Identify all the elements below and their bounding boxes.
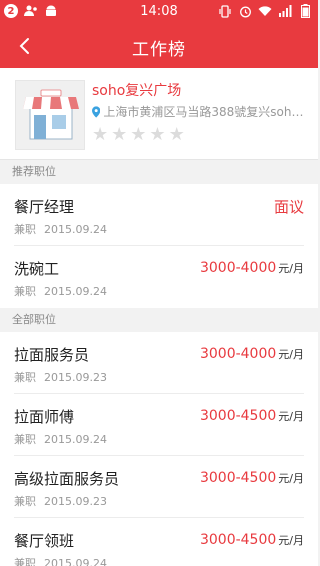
job-date: 2015.09.24	[44, 557, 107, 566]
job-salary-value: 3000-4500	[199, 470, 277, 486]
page-title: 工作榜	[132, 40, 186, 60]
job-date: 2015.09.23	[44, 495, 107, 508]
shop-logo-icon	[15, 80, 85, 150]
job-salary-value: 3000-4000	[199, 346, 277, 362]
job-title: 餐厅领班	[14, 532, 75, 550]
recommended-list: 餐厅经理 兼职 2015.09.24 面议 洗碗工 兼职 2015.09.24 30…	[0, 184, 318, 308]
star-icon: ★	[130, 124, 147, 145]
job-row[interactable]: 餐厅经理 兼职 2015.09.24 面议	[14, 184, 304, 246]
nav-bar: 工作榜	[0, 24, 318, 68]
job-type: 兼职	[14, 223, 36, 236]
job-row[interactable]: 高级拉面服务员 兼职 2015.09.23 3000-4500 元/月	[14, 456, 304, 518]
job-date: 2015.09.24	[44, 433, 107, 446]
signal-icon	[278, 4, 292, 18]
job-title: 拉面师傅	[14, 408, 75, 426]
job-salary: 3000-4000 元/月	[200, 260, 304, 276]
job-row[interactable]: 餐厅领班 兼职 2015.09.24 3000-4500 元/月	[14, 518, 304, 566]
alarm-icon	[238, 4, 252, 18]
job-row[interactable]: 拉面服务员 兼职 2015.09.23 3000-4000 元/月	[14, 332, 304, 394]
job-title: 拉面服务员	[14, 346, 90, 364]
job-title: 洗碗工	[14, 260, 60, 278]
wifi-icon	[258, 4, 272, 18]
job-salary-unit: 元/月	[278, 534, 304, 547]
job-salary: 3000-4000 元/月	[200, 346, 304, 362]
job-salary-unit: 元/月	[278, 262, 304, 275]
location-pin-icon	[92, 105, 101, 118]
job-salary: 3000-4500 元/月	[200, 408, 304, 424]
shop-address: 上海市黄浦区马当路388號复兴soho广场	[92, 103, 307, 120]
status-bar: 2 14:08	[0, 0, 318, 24]
job-meta: 兼职 2015.09.24	[14, 221, 107, 237]
job-type: 兼职	[14, 433, 36, 446]
job-date: 2015.09.23	[44, 371, 107, 384]
section-recommended: 推荐职位	[0, 160, 318, 184]
job-type: 兼职	[14, 285, 36, 298]
job-salary-unit: 元/月	[278, 472, 304, 485]
job-row[interactable]: 拉面师傅 兼职 2015.09.24 3000-4500 元/月	[14, 394, 304, 456]
section-all: 全部职位	[0, 308, 318, 332]
shop-name: soho复兴广场	[92, 83, 182, 99]
shop-header[interactable]: soho复兴广场 上海市黄浦区马当路388號复兴soho广场 ★ ★ ★ ★ ★	[0, 68, 318, 160]
job-title: 高级拉面服务员	[14, 470, 120, 488]
job-meta: 兼职 2015.09.23	[14, 493, 107, 509]
job-salary-value: 3000-4000	[199, 260, 277, 276]
job-meta: 兼职 2015.09.23	[14, 369, 107, 385]
job-title: 餐厅经理	[14, 198, 75, 216]
status-right-icons	[218, 4, 312, 18]
job-row[interactable]: 洗碗工 兼职 2015.09.24 3000-4000 元/月	[14, 246, 304, 308]
shop-rating: ★ ★ ★ ★ ★	[92, 126, 185, 144]
job-type: 兼职	[14, 495, 36, 508]
job-type: 兼职	[14, 557, 36, 566]
star-icon: ★	[149, 124, 166, 145]
star-icon: ★	[168, 124, 185, 145]
job-salary-value: 3000-4500	[199, 408, 277, 424]
job-salary: 3000-4500 元/月	[200, 470, 304, 486]
job-meta: 兼职 2015.09.24	[14, 555, 107, 566]
job-date: 2015.09.24	[44, 285, 107, 298]
shop-address-text: 上海市黄浦区马当路388號复兴soho广场	[103, 105, 307, 119]
job-salary-value: 3000-4500	[199, 532, 277, 548]
job-salary-unit: 元/月	[278, 410, 304, 423]
job-type: 兼职	[14, 371, 36, 384]
battery-icon	[298, 4, 312, 18]
job-salary: 3000-4500 元/月	[200, 532, 304, 548]
job-salary-unit: 元/月	[278, 348, 304, 361]
job-salary: 面议	[273, 198, 304, 216]
star-icon: ★	[92, 124, 109, 145]
vibrate-icon	[218, 4, 232, 18]
job-date: 2015.09.24	[44, 223, 107, 236]
all-jobs-list: 拉面服务员 兼职 2015.09.23 3000-4000 元/月 拉面师傅 兼职 2…	[0, 332, 318, 566]
job-meta: 兼职 2015.09.24	[14, 283, 107, 299]
star-icon: ★	[111, 124, 128, 145]
job-meta: 兼职 2015.09.24	[14, 431, 107, 447]
